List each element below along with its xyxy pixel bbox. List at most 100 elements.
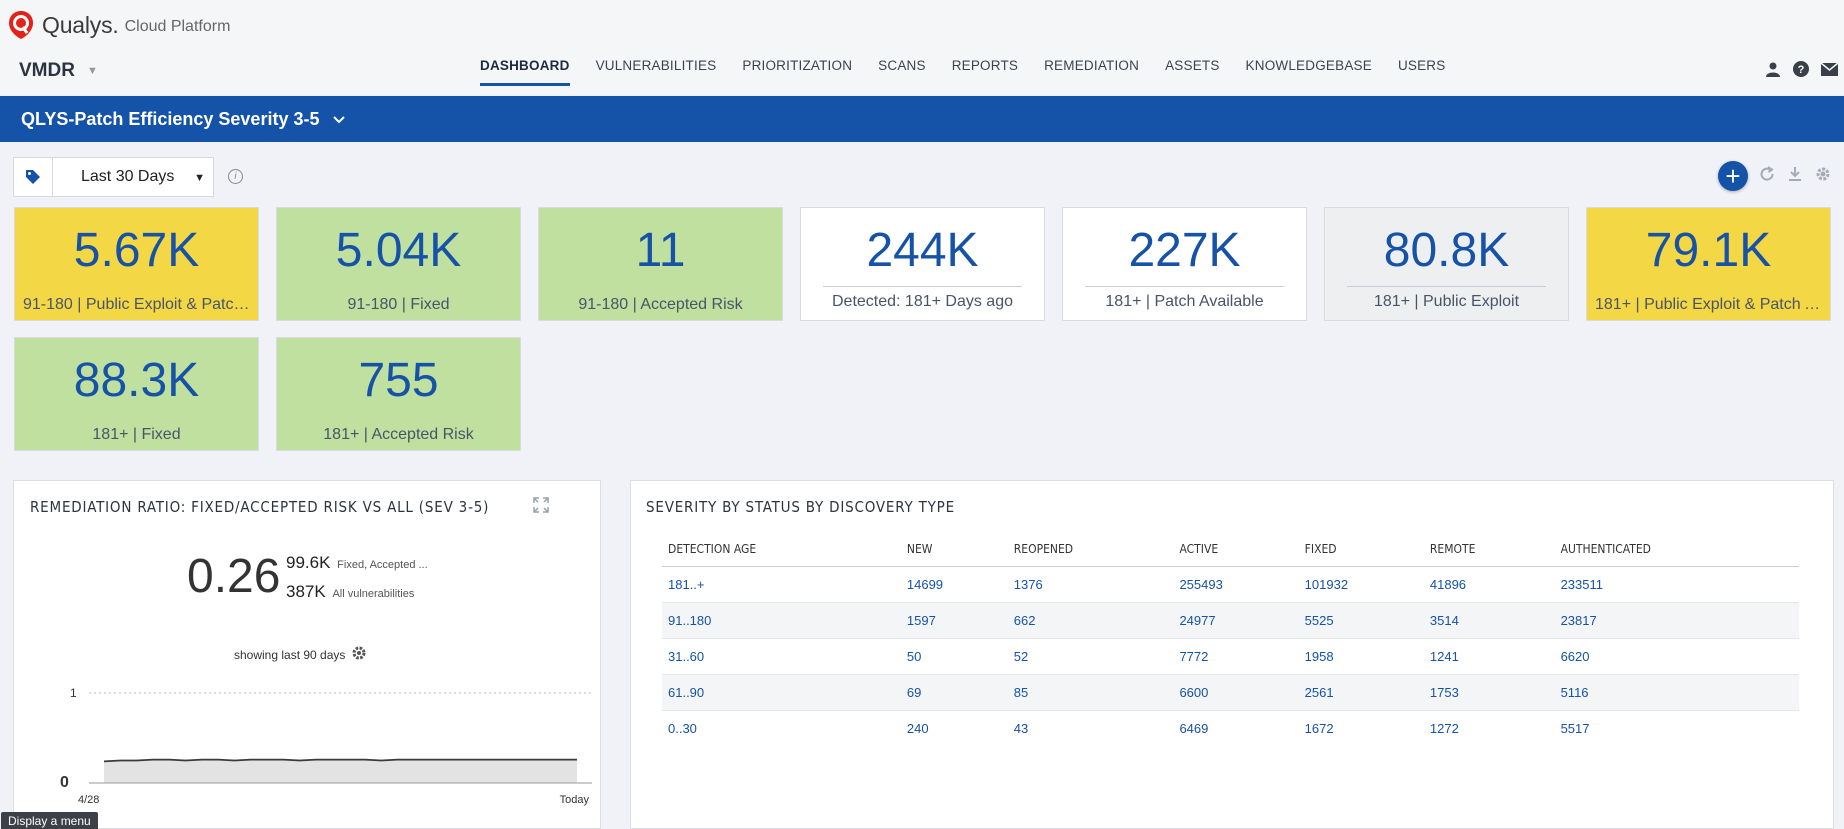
table-cell[interactable]: 6600	[1173, 674, 1299, 711]
tile-detected-181-days[interactable]: 244K Detected: 181+ Days ago	[800, 207, 1045, 321]
nav-reports[interactable]: REPORTS	[952, 58, 1018, 86]
tile-91-180-fixed[interactable]: 5.04K 91-180 | Fixed	[276, 207, 521, 321]
expand-icon[interactable]	[532, 496, 550, 519]
main-nav: DASHBOARD VULNERABILITIES PRIORITIZATION…	[480, 58, 1471, 86]
top-icons: ?	[1764, 60, 1838, 78]
nav-vulnerabilities[interactable]: VULNERABILITIES	[596, 58, 717, 86]
table-cell[interactable]: 1272	[1424, 710, 1555, 746]
tile-181-fixed[interactable]: 88.3K 181+ | Fixed	[14, 337, 259, 451]
fixed-count: 99.6K	[286, 553, 331, 572]
gear-icon[interactable]	[351, 645, 367, 664]
dashboard-title[interactable]: QLYS-Patch Efficiency Severity 3-5	[21, 109, 319, 130]
table-cell[interactable]: 1958	[1298, 638, 1424, 675]
table-cell[interactable]: 1672	[1299, 710, 1424, 746]
table-cell[interactable]: 2561	[1298, 674, 1424, 711]
table-cell[interactable]: 255493	[1173, 566, 1299, 603]
table-cell[interactable]: 85	[1007, 674, 1174, 711]
tile-91-180-public-exploit-patch[interactable]: 5.67K 91-180 | Public Exploit & Patch Av…	[14, 207, 259, 321]
tile-value: 244K	[866, 224, 979, 277]
table-cell[interactable]: 7772	[1173, 638, 1299, 675]
table-cell[interactable]: 91..180	[662, 602, 901, 639]
chevron-down-icon[interactable]	[333, 112, 346, 127]
remediation-ratio-widget: REMEDIATION RATIO: FIXED/ACCEPTED RISK V…	[13, 480, 601, 829]
tile-value: 5.04K	[335, 224, 462, 277]
table-cell[interactable]: 61..90	[662, 674, 901, 711]
column-header[interactable]: AUTHENTICATED	[1554, 533, 1799, 567]
nav-assets[interactable]: ASSETS	[1165, 58, 1219, 86]
date-range-value: Last 30 Days	[81, 168, 175, 185]
help-icon[interactable]: ?	[1792, 60, 1810, 78]
user-icon[interactable]	[1764, 60, 1782, 78]
time-range-note: showing last 90 days	[234, 645, 367, 664]
table-cell[interactable]: 1241	[1423, 638, 1555, 675]
tile-label: Detected: 181+ Days ago	[823, 286, 1022, 311]
info-icon[interactable]: i	[228, 169, 243, 184]
table-cell[interactable]: 69	[900, 674, 1008, 711]
date-range-select[interactable]: Last 30 Days ▼	[53, 157, 214, 197]
tile-181-accepted-risk[interactable]: 755 181+ | Accepted Risk	[276, 337, 521, 451]
table-cell[interactable]: 0..30	[662, 710, 901, 746]
tile-label: 181+ | Public Exploit	[1347, 286, 1546, 311]
all-count-row: 387K All vulnerabilities	[286, 582, 414, 602]
table-cell[interactable]: 1753	[1423, 674, 1555, 711]
table-cell[interactable]: 1376	[1007, 566, 1174, 603]
tile-181-patch-available[interactable]: 227K 181+ | Patch Available	[1062, 207, 1307, 321]
table-cell[interactable]: 43	[1008, 710, 1174, 746]
table-cell[interactable]: 101932	[1298, 566, 1424, 603]
table-cell[interactable]: 23817	[1554, 602, 1799, 639]
app-switcher[interactable]: VMDR ▼	[19, 60, 98, 82]
mail-icon[interactable]	[1820, 60, 1838, 78]
nav-scans[interactable]: SCANS	[878, 58, 926, 86]
y-tick-label: 0	[60, 774, 69, 791]
y-tick-label: 1	[70, 686, 77, 700]
brand-name: Qualys.	[42, 11, 119, 38]
ratio-trend-chart: 1 0 4/28 Today	[60, 686, 592, 806]
refresh-icon[interactable]	[1758, 165, 1776, 188]
table-cell[interactable]: 41896	[1423, 566, 1555, 603]
all-count-label: All vulnerabilities	[332, 588, 415, 600]
column-header[interactable]: FIXED	[1298, 533, 1424, 567]
column-header[interactable]: DETECTION AGE	[662, 533, 901, 567]
caret-down-icon: ▼	[86, 65, 98, 77]
tag-filter-button[interactable]	[13, 157, 53, 197]
tile-181-public-exploit[interactable]: 80.8K 181+ | Public Exploit	[1324, 207, 1569, 321]
table-cell[interactable]: 6620	[1554, 638, 1799, 675]
qualys-logo[interactable]: Qualys. Cloud Platform	[6, 10, 230, 40]
table-cell[interactable]: 240	[901, 710, 1008, 746]
nav-dashboard[interactable]: DASHBOARD	[480, 58, 570, 86]
nav-remediation[interactable]: REMEDIATION	[1044, 58, 1139, 86]
tile-label: 91-180 | Accepted Risk	[578, 296, 743, 313]
column-header[interactable]: ACTIVE	[1173, 533, 1299, 567]
table-cell[interactable]: 5116	[1554, 674, 1799, 711]
table-cell[interactable]: 14699	[900, 566, 1008, 603]
column-header[interactable]: REMOTE	[1423, 533, 1555, 567]
download-icon[interactable]	[1786, 165, 1804, 188]
table-cell[interactable]: 6469	[1173, 710, 1298, 746]
nav-prioritization[interactable]: PRIORITIZATION	[742, 58, 852, 86]
column-header[interactable]: REOPENED	[1007, 533, 1174, 567]
all-count: 387K	[286, 582, 326, 601]
table-cell[interactable]: 3514	[1423, 602, 1555, 639]
column-header[interactable]: NEW	[900, 533, 1008, 567]
x-tick-label: Today	[560, 794, 590, 806]
dashboard-actions: +	[1718, 161, 1832, 191]
gear-icon[interactable]	[1814, 165, 1832, 188]
table-cell[interactable]: 5517	[1555, 710, 1799, 746]
x-tick-label: 4/28	[78, 794, 99, 806]
table-cell[interactable]: 50	[900, 638, 1008, 675]
table-cell[interactable]: 5525	[1298, 602, 1424, 639]
table-cell[interactable]: 181..+	[662, 566, 901, 603]
table-row: 91..180 1597 662 24977 5525 3514 23817	[662, 602, 1799, 639]
table-cell[interactable]: 24977	[1173, 602, 1299, 639]
add-widget-button[interactable]: +	[1718, 161, 1748, 191]
nav-users[interactable]: USERS	[1398, 58, 1446, 86]
table-cell[interactable]: 52	[1007, 638, 1174, 675]
filter-bar: Last 30 Days ▼ i	[13, 157, 243, 197]
table-cell[interactable]: 31..60	[662, 638, 901, 675]
nav-knowledgebase[interactable]: KNOWLEDGEBASE	[1246, 58, 1372, 86]
table-cell[interactable]: 1597	[900, 602, 1008, 639]
table-cell[interactable]: 662	[1007, 602, 1174, 639]
table-cell[interactable]: 233511	[1554, 566, 1799, 603]
tile-181-public-exploit-patch[interactable]: 79.1K 181+ | Public Exploit & Patch Avai…	[1586, 207, 1831, 321]
tile-91-180-accepted-risk[interactable]: 11 91-180 | Accepted Risk	[538, 207, 783, 321]
